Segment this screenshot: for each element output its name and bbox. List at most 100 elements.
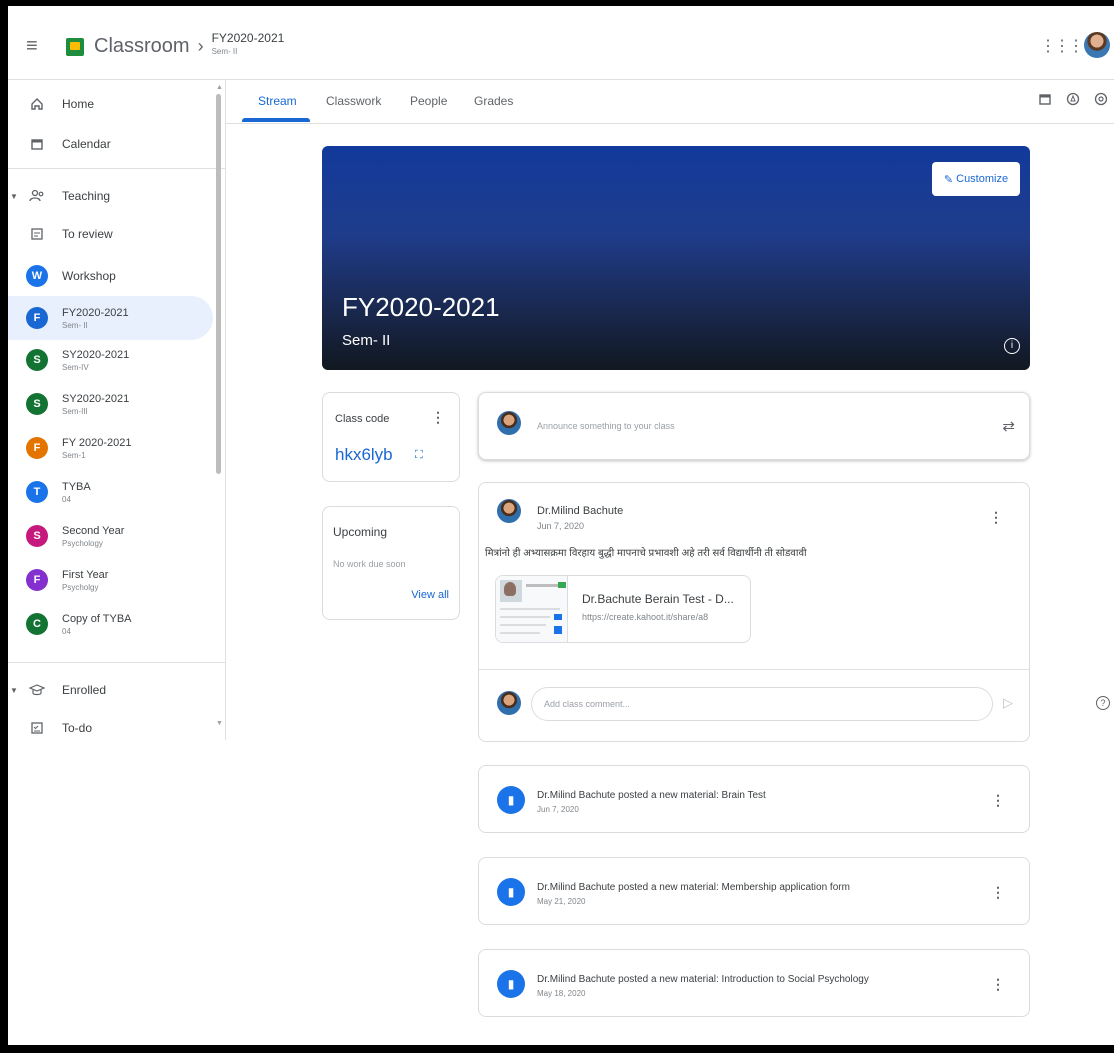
sidebar-item-label: Calendar [62,137,111,151]
more-vert-icon[interactable]: ⋮ [991,884,1005,901]
sidebar-class-workshop[interactable]: W Workshop [8,254,213,298]
sidebar-class-first-year[interactable]: F First Year Psycholgy [8,558,213,602]
sidebar-item-calendar[interactable]: Calendar [8,122,213,166]
class-tabs: Stream Classwork People Grades [226,80,1114,124]
material-post[interactable]: ▮ Dr.Milind Bachute posted a new materia… [478,765,1030,833]
help-icon[interactable]: ? [1096,696,1110,710]
google-apps-icon[interactable]: ⋮⋮⋮ [1040,36,1084,56]
tab-people[interactable]: People [410,94,447,108]
class-initial-avatar: W [26,265,48,287]
folder-review-icon [26,223,48,245]
upcoming-label: Upcoming [333,525,388,539]
announce-placeholder: Announce something to your class [537,421,675,431]
sidebar-class-tyba[interactable]: T TYBA 04 [8,470,213,514]
scroll-down-arrow-icon[interactable]: ▼ [216,720,223,727]
home-icon [26,93,48,115]
active-tab-indicator [242,118,310,122]
sidebar: Home Calendar ▼ Teaching To review W Wor… [8,80,226,740]
repost-icon[interactable]: ⇄ [1002,417,1015,435]
post-divider [479,669,1029,670]
class-initial-avatar: S [26,349,48,371]
class-section: Sem- II [342,332,391,349]
sidebar-item-label: Workshop [62,269,116,283]
view-all-link[interactable]: View all [411,589,449,601]
attachment-url: https://create.kahoot.it/share/a8 [582,612,709,622]
class-code-value: hkx6lyb [335,445,393,464]
material-post[interactable]: ▮ Dr.Milind Bachute posted a new materia… [478,857,1030,925]
send-icon[interactable]: ▷ [1003,695,1013,711]
sidebar-divider [8,168,225,169]
class-code-label: Class code [335,413,390,425]
sidebar-item-sublabel: Psycholgy [62,582,99,592]
fullscreen-icon[interactable]: ⛶ [415,449,423,462]
sidebar-class-second-year[interactable]: S Second Year Psychology [8,514,213,558]
class-initial-avatar: F [26,569,48,591]
tab-stream[interactable]: Stream [258,94,297,108]
breadcrumb-chevron-icon: › [197,36,204,56]
upcoming-card: Upcoming No work due soon View all [322,506,460,620]
tab-grades[interactable]: Grades [474,94,513,108]
more-vert-icon[interactable]: ⋮ [989,509,1003,526]
class-initial-avatar: F [26,307,48,329]
sidebar-scrollbar[interactable] [216,94,221,474]
material-date: May 21, 2020 [537,897,586,906]
sidebar-class-fy-2020-2021-sem-1[interactable]: F FY 2020-2021 Sem-1 [8,426,213,470]
material-title: Dr.Milind Bachute posted a new material:… [537,790,766,801]
app-title[interactable]: Classroom [94,35,190,58]
sidebar-item-to-do[interactable]: To-do [8,706,213,750]
class-title: FY2020-2021 [342,292,500,322]
post-author: Dr.Milind Bachute [537,505,624,517]
sidebar-item-to-review[interactable]: To review [8,212,213,256]
account-avatar[interactable] [1084,32,1110,58]
sidebar-item-label: To review [62,227,113,241]
tab-classwork[interactable]: Classwork [326,94,381,108]
class-initial-avatar: F [26,437,48,459]
breadcrumb-class-name: FY2020-2021 [211,31,285,45]
more-vert-icon[interactable]: ⋮ [431,409,445,426]
sidebar-item-sublabel: Sem-IV [62,362,89,372]
main-menu-icon[interactable]: ≡ [26,35,56,58]
calendar-icon[interactable] [1038,92,1052,106]
material-bookmark-icon: ▮ [497,786,525,814]
sidebar-class-sy2020-2021-sem-iii[interactable]: S SY2020-2021 Sem-III [8,382,213,426]
sidebar-item-sublabel: Psychology [62,538,103,548]
class-info-icon[interactable]: i [1004,338,1020,354]
user-avatar [497,691,521,715]
more-vert-icon[interactable]: ⋮ [991,976,1005,993]
sidebar-class-sy2020-2021-sem-iv[interactable]: S SY2020-2021 Sem-IV [8,338,213,382]
customize-button[interactable]: ✎ Customize [932,162,1020,196]
material-post[interactable]: ▮ Dr.Milind Bachute posted a new materia… [478,949,1030,1017]
upcoming-empty-text: No work due soon [333,559,406,569]
class-banner: ✎ Customize FY2020-2021 Sem- II i [322,146,1030,370]
announce-box[interactable]: Announce something to your class ⇄ [478,392,1030,460]
sidebar-item-label: FY2020-2021 [62,306,129,319]
sidebar-item-sublabel: 04 [62,626,71,636]
graduation-cap-icon [26,679,48,701]
sidebar-item-label: FY 2020-2021 [62,436,132,449]
attachment-card[interactable]: Dr.Bachute Berain Test - D... https://cr… [495,575,751,643]
sidebar-class-fy2020-2021[interactable]: F FY2020-2021 Sem- II [8,296,213,340]
sidebar-divider [8,662,225,663]
sidebar-class-copy-of-tyba[interactable]: C Copy of TYBA 04 [8,602,213,646]
tab-toolbar [1038,92,1108,106]
material-title: Dr.Milind Bachute posted a new material:… [537,974,869,985]
drive-folder-icon[interactable] [1066,92,1080,106]
sidebar-item-label: Copy of TYBA [62,612,132,625]
classroom-logo-icon[interactable] [66,37,84,56]
calendar-icon [26,133,48,155]
more-vert-icon[interactable]: ⋮ [991,792,1005,809]
user-avatar [497,411,521,435]
breadcrumb-class-section: Sem- II [211,47,238,56]
sidebar-item-label: To-do [62,721,93,735]
sidebar-item-label: Enrolled [62,683,107,697]
material-date: Jun 7, 2020 [537,805,579,814]
sidebar-item-sublabel: Sem- II [62,320,88,330]
settings-gear-icon[interactable] [1094,92,1108,106]
class-comment-input[interactable]: Add class comment... [531,687,993,721]
scroll-up-arrow-icon[interactable]: ▲ [216,84,223,91]
sidebar-item-label: SY2020-2021 [62,392,130,405]
class-initial-avatar: T [26,481,48,503]
breadcrumb[interactable]: FY2020-2021 Sem- II [212,31,285,56]
sidebar-item-label: Home [62,97,95,111]
sidebar-item-home[interactable]: Home [8,82,213,126]
